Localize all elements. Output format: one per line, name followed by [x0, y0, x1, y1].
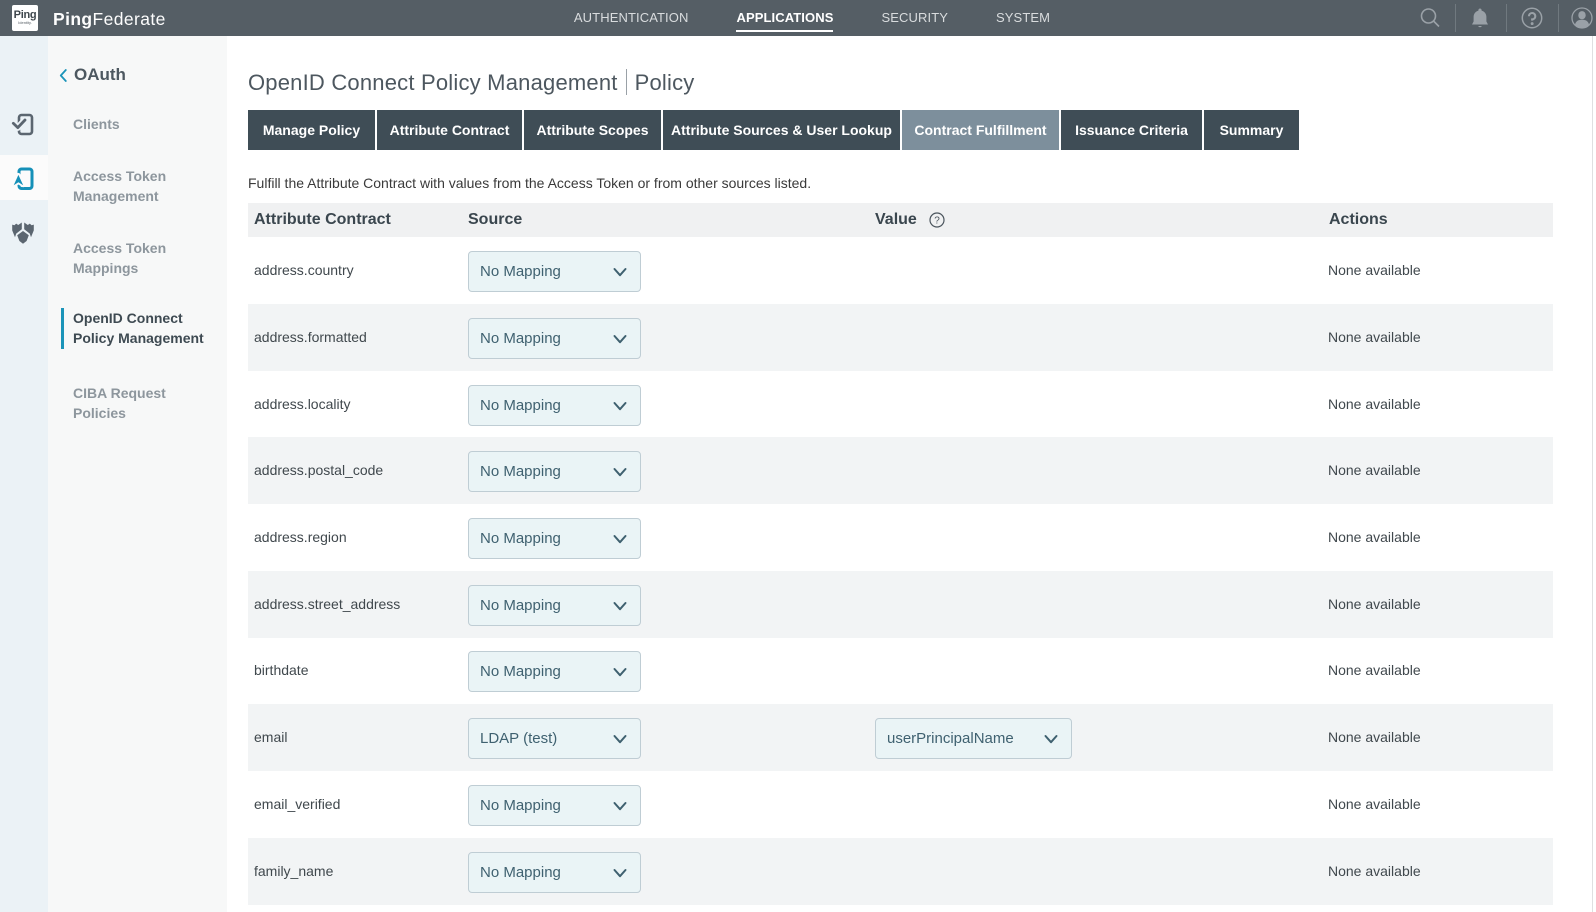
svg-text:?: ? [934, 216, 940, 227]
